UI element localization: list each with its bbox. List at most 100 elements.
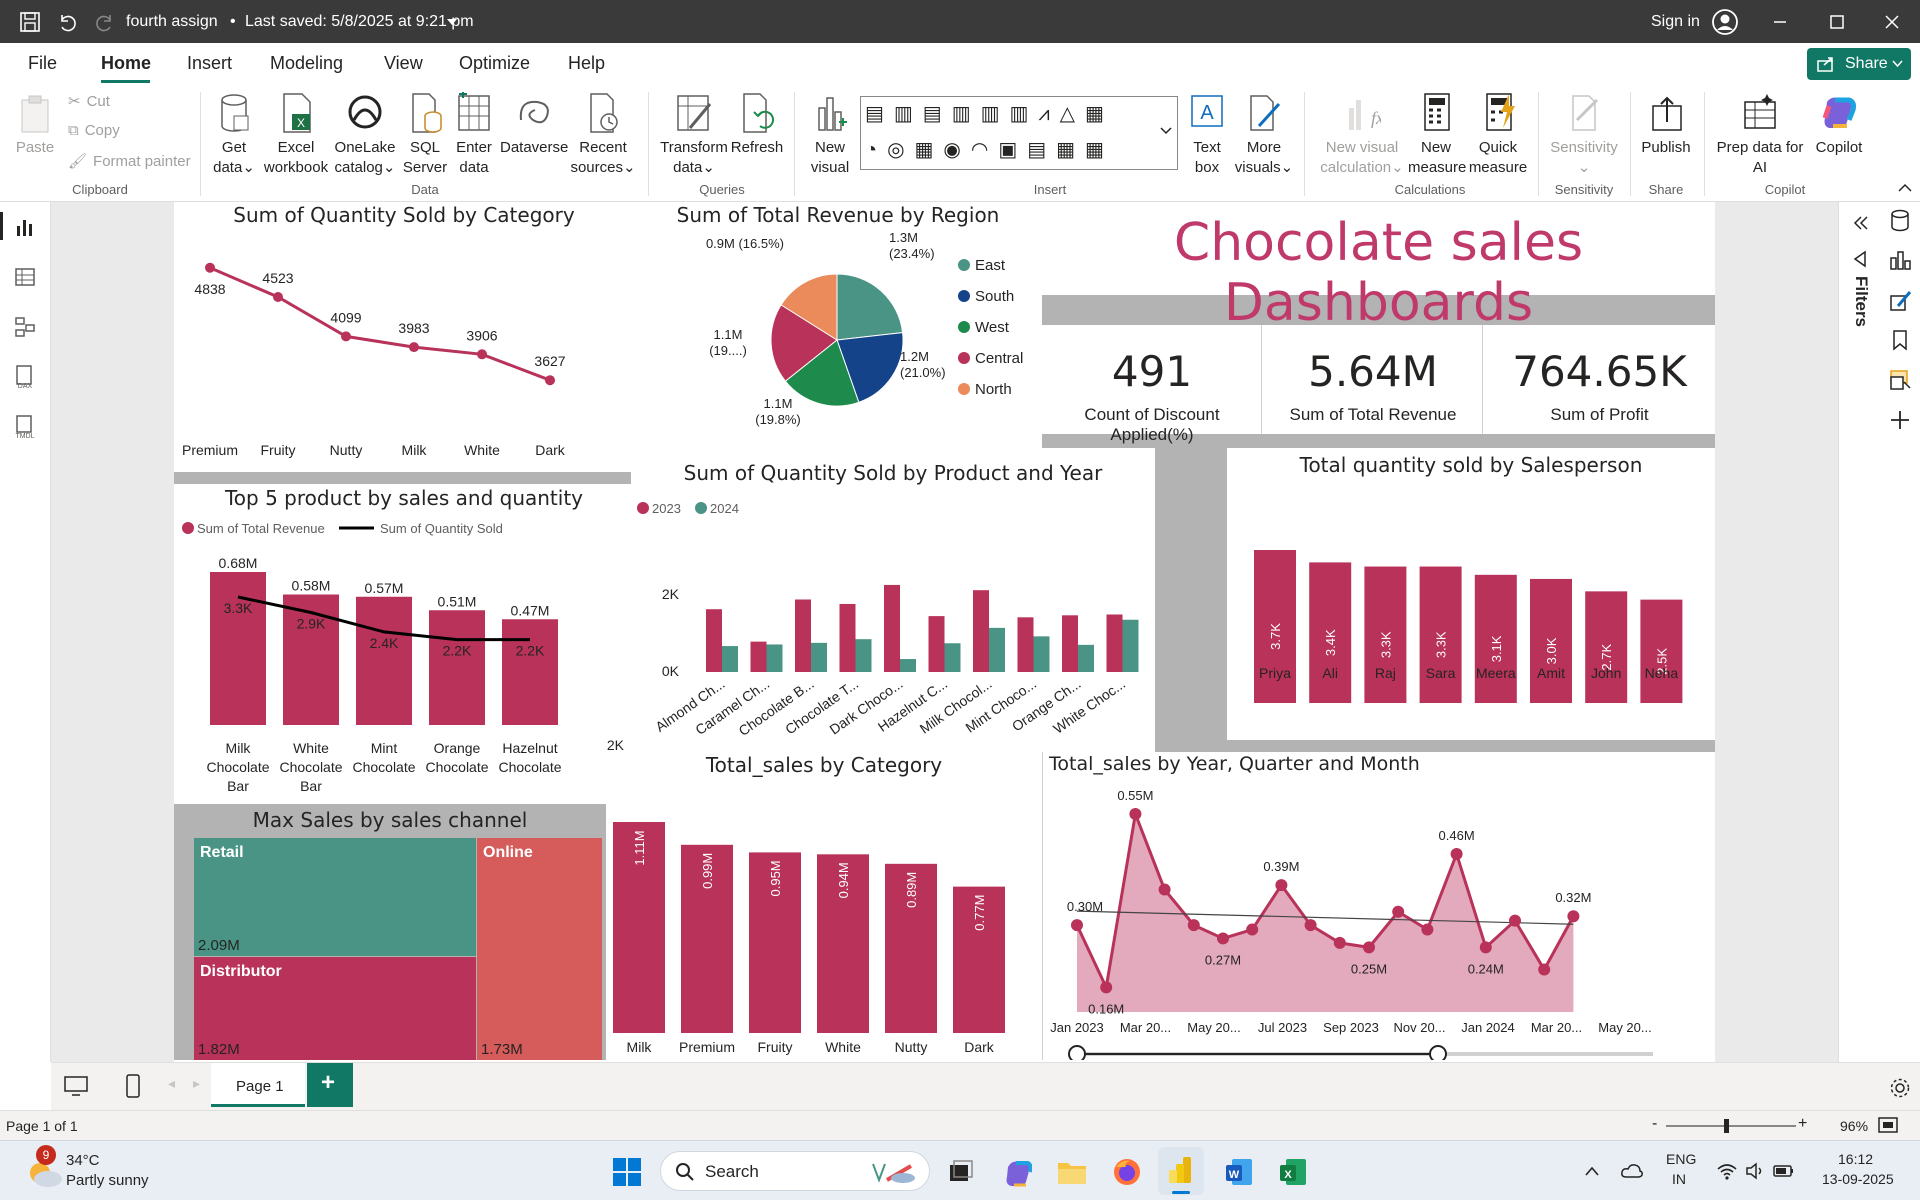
zoom-level[interactable]: 96% <box>1840 1118 1868 1134</box>
get-data-button[interactable]: Get data⌄ <box>208 92 260 178</box>
desktop-layout-icon[interactable] <box>63 1075 89 1097</box>
power-bi-taskbar-button[interactable] <box>1158 1147 1204 1195</box>
paste-button[interactable]: Paste <box>12 94 58 158</box>
kpi-card-profit[interactable]: 764.65K Sum of Profit <box>1484 325 1715 434</box>
menu-optimize[interactable]: Optimize <box>459 53 530 74</box>
copy-button[interactable]: ⧉ Copy <box>68 122 120 139</box>
treemap-tile-online[interactable]: Online 1.73M <box>477 838 602 1060</box>
publish-button[interactable]: Publish <box>1636 92 1696 158</box>
visual-revenue-by-region[interactable]: Sum of Total Revenue by Region 1.3M (23.4… <box>634 202 1042 456</box>
new-visual-button[interactable]: New visual <box>800 92 860 178</box>
zoom-in-button[interactable]: + <box>1798 1115 1807 1133</box>
more-visuals-button[interactable]: More visuals⌄ <box>1232 92 1296 178</box>
visualizations-pane-icon[interactable] <box>1888 248 1912 272</box>
excel-taskbar-icon[interactable]: X <box>1278 1157 1308 1187</box>
menu-file[interactable]: File <box>28 53 57 74</box>
gallery-expand-icon[interactable] <box>1160 126 1172 136</box>
zoom-slider[interactable] <box>1666 1125 1796 1127</box>
dax-query-view-icon[interactable]: DAX <box>12 364 38 390</box>
onelake-catalog-button[interactable]: OneLake catalog⌄ <box>332 92 398 178</box>
treemap-tile-retail[interactable]: Retail 2.09M <box>194 838 476 956</box>
add-page-button[interactable]: + <box>307 1063 353 1107</box>
prev-page-icon[interactable]: ◂ <box>168 1075 175 1092</box>
save-icon[interactable] <box>19 11 41 33</box>
table-view-icon[interactable] <box>14 266 36 288</box>
sql-server-button[interactable]: SQL Server <box>400 92 450 178</box>
model-view-icon[interactable] <box>14 316 36 338</box>
visual-qty-by-category[interactable]: Sum of Quantity Sold by Category 4838 Pre… <box>174 202 634 470</box>
menu-view[interactable]: View <box>384 53 423 74</box>
windows-start-icon[interactable] <box>612 1157 642 1187</box>
maximize-icon[interactable] <box>1829 14 1845 30</box>
redo-icon[interactable] <box>94 11 116 33</box>
new-visual-calculation-button[interactable]: fx New visualcalculation⌄ <box>1316 92 1408 178</box>
menu-home[interactable]: Home <box>101 53 151 74</box>
wifi-icon[interactable] <box>1716 1161 1738 1181</box>
close-icon[interactable] <box>1884 14 1900 30</box>
tab-page-1[interactable]: Page 1 <box>211 1063 305 1107</box>
language-indicator[interactable]: ENG <box>1666 1151 1696 1167</box>
bookmark-icon[interactable] <box>1888 328 1912 352</box>
zoom-out-button[interactable]: - <box>1652 1115 1657 1133</box>
add-pane-icon[interactable] <box>1888 408 1912 432</box>
visual-gallery-row-1[interactable]: ▤▥▤▥▥▥⩘△▦ <box>865 101 1114 126</box>
text-box-button[interactable]: A Text box <box>1180 92 1234 178</box>
undo-icon[interactable] <box>56 11 78 33</box>
visual-gallery-row-2[interactable]: ◔◎▦◉◠▣▤▦▦ <box>865 137 1114 162</box>
recent-sources-button[interactable]: Recent sources⌄ <box>570 92 636 178</box>
refresh-button[interactable]: Refresh <box>730 92 784 158</box>
menu-insert[interactable]: Insert <box>187 53 232 74</box>
sign-in-link[interactable]: Sign in <box>1651 13 1700 31</box>
visual-qty-by-salesperson[interactable]: Total quantity sold by Salesperson 3.7K P… <box>1227 448 1715 740</box>
treemap-tile-distributor[interactable]: Distributor 1.82M <box>194 957 476 1060</box>
visual-qty-by-product-year[interactable]: Sum of Quantity Sold by Product and Year… <box>631 458 1155 752</box>
format-painter-button[interactable]: 🖌 Format painter <box>68 152 191 170</box>
report-view-icon[interactable] <box>14 216 36 238</box>
zoom-slider-thumb[interactable] <box>1724 1119 1729 1133</box>
visual-sales-by-category[interactable]: Total_sales by Category 1.11M Milk 0.99M Pr… <box>606 752 1042 1060</box>
last-saved[interactable]: Last saved: 5/8/2025 at 9:21 pm <box>245 13 474 31</box>
menu-modeling[interactable]: Modeling <box>270 53 343 74</box>
word-icon[interactable]: W <box>1224 1157 1254 1187</box>
cut-button[interactable]: ✂ Cut <box>68 92 110 110</box>
visual-sales-by-time[interactable]: Total_sales by Year, Quarter and Month 0… <box>1042 752 1715 1060</box>
next-page-icon[interactable]: ▸ <box>193 1075 200 1092</box>
menu-help[interactable]: Help <box>568 53 605 74</box>
volume-icon[interactable] <box>1744 1161 1766 1181</box>
kpi-card-discount[interactable]: 491 Count of Discount Applied(%) <box>1042 325 1262 444</box>
tmdl-view-icon[interactable]: TMDL <box>12 414 38 440</box>
copilot-button[interactable]: Copilot <box>1806 92 1872 158</box>
show-hidden-icons-icon[interactable] <box>1584 1165 1600 1177</box>
transform-data-button[interactable]: Transform data⌄ <box>656 92 732 178</box>
onedrive-icon[interactable] <box>1620 1161 1644 1181</box>
clock-time[interactable]: 16:12 <box>1838 1151 1873 1167</box>
visualizations-gallery[interactable]: ▤▥▤▥▥▥⩘△▦ ◔◎▦◉◠▣▤▦▦ <box>860 96 1178 170</box>
visual-top5-products[interactable]: Top 5 product by sales and quantity Sum … <box>174 484 634 804</box>
file-explorer-icon[interactable] <box>1056 1157 1088 1187</box>
filters-pane-collapsed[interactable]: Filters <box>1838 202 1880 1062</box>
dataverse-button[interactable]: Dataverse <box>500 92 568 158</box>
chevron-down-icon[interactable] <box>446 17 458 27</box>
selection-pane-icon[interactable] <box>1888 368 1912 392</box>
battery-icon[interactable] <box>1772 1161 1796 1181</box>
mobile-layout-icon[interactable] <box>125 1073 141 1099</box>
expand-filters-icon[interactable] <box>1851 214 1869 232</box>
collapse-ribbon-icon[interactable] <box>1898 182 1912 194</box>
clock-date[interactable]: 13-09-2025 <box>1822 1171 1894 1187</box>
quick-measure-button[interactable]: Quick measure <box>1466 92 1530 178</box>
new-measure-button[interactable]: New measure <box>1408 92 1466 178</box>
firefox-icon[interactable] <box>1112 1157 1142 1187</box>
settings-gear-icon[interactable] <box>1889 1077 1911 1099</box>
excel-workbook-button[interactable]: X Excel workbook <box>262 92 330 178</box>
format-pane-icon[interactable] <box>1888 288 1912 312</box>
minimize-icon[interactable] <box>1772 14 1788 30</box>
share-button[interactable]: Share <box>1807 48 1911 80</box>
taskbar-search[interactable]: Search <box>660 1151 930 1191</box>
task-view-icon[interactable] <box>948 1159 974 1185</box>
prep-data-for-ai-button[interactable]: Prep data for AI <box>1710 92 1810 178</box>
kpi-card-revenue[interactable]: 5.64M Sum of Total Revenue <box>1263 325 1483 434</box>
region-indicator[interactable]: IN <box>1672 1171 1686 1187</box>
weather-widget[interactable]: 9 <box>24 1145 66 1189</box>
account-icon[interactable] <box>1712 9 1738 35</box>
copilot-taskbar-icon[interactable] <box>1002 1157 1032 1187</box>
